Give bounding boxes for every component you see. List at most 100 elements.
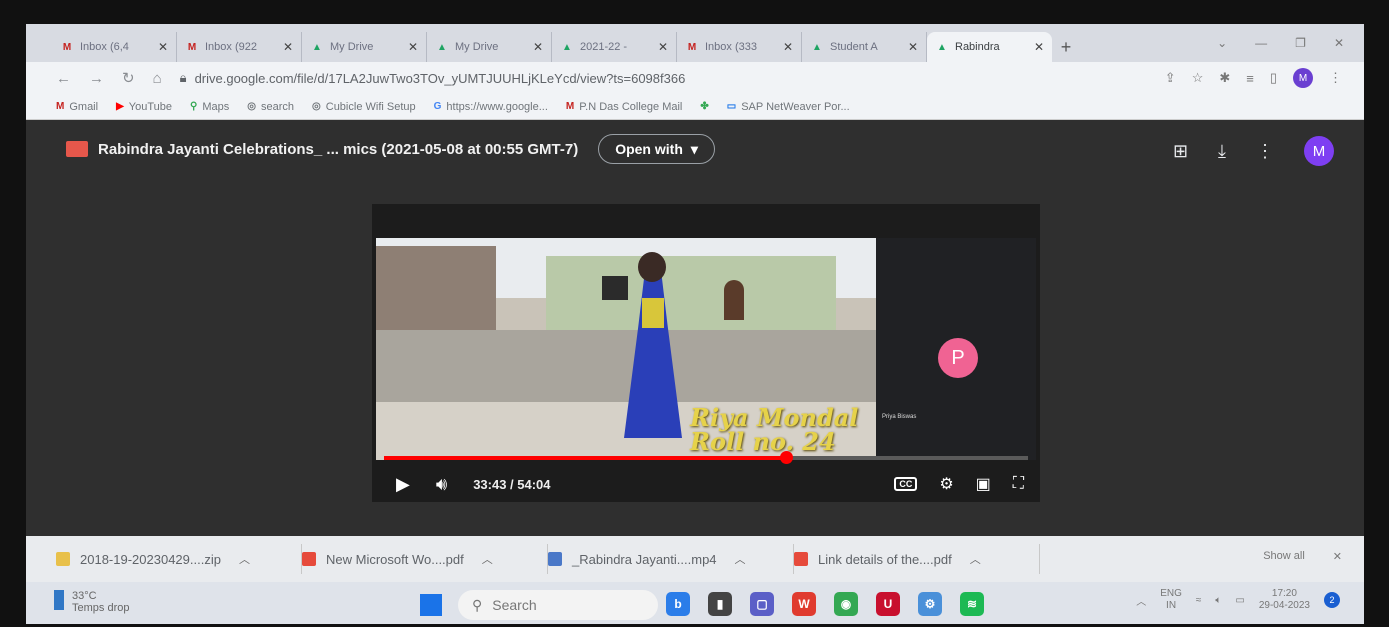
bookmark-youtube[interactable]: ▶ YouTube xyxy=(116,101,172,113)
wifi-icon[interactable]: ≈ xyxy=(1196,595,1202,606)
speaker-icon[interactable]: 🔈︎ xyxy=(1215,595,1221,606)
weather-text: Temps drop xyxy=(72,602,130,614)
close-downloads-button[interactable]: ✕ xyxy=(1333,550,1342,563)
tab-rabindra[interactable]: ▲ Rabindra ✕ xyxy=(927,32,1052,62)
bookmark-sap[interactable]: ▭ SAP NetWeaver Por... xyxy=(727,101,850,113)
download-label: Link details of the....pdf xyxy=(818,551,952,567)
volume-icon[interactable]: 🔊︎ xyxy=(436,474,447,495)
chat-icon[interactable]: ▢ xyxy=(750,592,774,616)
settings-gear-icon[interactable]: ⚙ xyxy=(939,474,953,494)
url-field[interactable]: 🔒︎ drive.google.com/file/d/17LA2JuwTwo3T… xyxy=(180,70,686,86)
bookmark-pn-das-mail[interactable]: M P.N Das College Mail xyxy=(566,101,682,113)
participant-avatar: P xyxy=(938,338,978,378)
menu-dots-icon[interactable]: ⋮ xyxy=(1329,70,1342,86)
bookmark-label: https://www.google... xyxy=(446,100,548,113)
profile-avatar[interactable]: M xyxy=(1293,68,1313,88)
forward-icon[interactable]: → xyxy=(89,70,104,87)
captions-button[interactable]: CC xyxy=(894,477,918,491)
clock-date: 29-04-2023 xyxy=(1258,600,1310,611)
chevron-up-icon[interactable]: ︿ xyxy=(1136,593,1146,608)
language-indicator[interactable]: ENG IN xyxy=(1160,588,1182,612)
video-scene-door xyxy=(724,280,744,320)
close-icon[interactable]: ✕ xyxy=(408,40,418,54)
clock[interactable]: 17:20 29-04-2023 xyxy=(1259,588,1310,612)
back-icon[interactable]: ← xyxy=(56,70,71,87)
bookmark-maps[interactable]: ⚲ Maps xyxy=(190,101,229,113)
share-icon[interactable]: ⇪ xyxy=(1165,70,1176,86)
bookmark-gmail[interactable]: M Gmail xyxy=(56,101,98,113)
battery-icon[interactable]: ▭ xyxy=(1235,595,1244,606)
tab-my-drive-2[interactable]: ▲ My Drive ✕ xyxy=(427,32,552,62)
star-icon[interactable]: ☆ xyxy=(1192,70,1204,86)
restore-icon[interactable]: ❐ xyxy=(1295,36,1306,50)
play-icon[interactable]: ▶ xyxy=(396,474,410,495)
bookmark-label: YouTube xyxy=(128,100,173,113)
minimize-icon[interactable]: — xyxy=(1255,36,1267,50)
close-icon[interactable]: ✕ xyxy=(158,40,168,54)
close-icon[interactable]: ✕ xyxy=(908,40,918,54)
thermometer-icon xyxy=(54,590,64,610)
settings-app-icon[interactable]: ⚙ xyxy=(918,592,942,616)
notification-badge[interactable]: 2 xyxy=(1324,592,1340,608)
progress-knob[interactable] xyxy=(779,451,793,464)
extensions-icon[interactable]: ✱ xyxy=(1219,70,1230,86)
download-item[interactable]: _Rabindra Jayanti....mp4 ︿ xyxy=(548,544,794,574)
new-tab-button[interactable]: + xyxy=(1052,32,1080,62)
tab-inbox-2[interactable]: M Inbox (922 ✕ xyxy=(177,32,302,62)
download-item[interactable]: New Microsoft Wo....pdf ︿ xyxy=(302,544,548,574)
progress-bar[interactable] xyxy=(384,451,1028,464)
tab-2021-22[interactable]: ▲ 2021-22 - ✕ xyxy=(552,32,677,62)
bookmark-cubicle-wifi[interactable]: ◎ Cubicle Wifi Setup xyxy=(312,101,416,113)
mcafee-icon[interactable]: U xyxy=(876,592,900,616)
weather-widget[interactable]: 33°C Temps drop xyxy=(54,590,129,614)
download-item[interactable]: 2018-19-20230429....zip ︿ xyxy=(56,544,302,574)
tab-student[interactable]: ▲ Student A ✕ xyxy=(802,32,927,62)
reload-icon[interactable]: ↻ xyxy=(122,69,135,87)
chevron-up-icon[interactable]: ︿ xyxy=(239,551,250,567)
bookmark-pinwheel[interactable]: ✤ xyxy=(700,101,708,112)
spotify-icon[interactable]: ≋ xyxy=(960,592,984,616)
show-all-button[interactable]: Show all xyxy=(1263,550,1305,563)
windows-start-icon[interactable] xyxy=(420,594,442,616)
close-icon[interactable]: ✕ xyxy=(1034,40,1044,54)
tab-my-drive-1[interactable]: ▲ My Drive ✕ xyxy=(302,32,427,62)
account-avatar[interactable]: M xyxy=(1304,136,1334,166)
bookmark-google[interactable]: Ghttps://www.google... xyxy=(434,101,548,113)
tab-label: Rabindra xyxy=(955,41,1000,53)
download-item[interactable]: Link details of the....pdf ︿ xyxy=(794,544,1040,574)
download-icon[interactable]: ⤓ xyxy=(1218,141,1226,162)
close-icon[interactable]: ✕ xyxy=(533,40,543,54)
chevron-up-icon[interactable]: ︿ xyxy=(482,551,493,567)
close-icon[interactable]: ✕ xyxy=(283,40,293,54)
wps-office-icon[interactable]: W xyxy=(792,592,816,616)
bookmarks-bar: M Gmail ▶ YouTube ⚲ Maps ◎ search ◎ Cubicle W… xyxy=(26,94,1364,120)
reading-list-icon[interactable]: ≡ xyxy=(1246,71,1254,86)
chevron-up-icon[interactable]: ︿ xyxy=(970,551,981,567)
bookmark-label: Maps xyxy=(202,100,230,113)
video-frame[interactable]: Riya Mondal Roll no. 24 xyxy=(376,238,876,460)
fullscreen-icon[interactable]: ⛶ xyxy=(1013,475,1024,493)
widgets-icon[interactable]: b xyxy=(666,592,690,616)
window-controls: ⌄ — ❐ ✕ xyxy=(1217,36,1344,50)
tab-inbox-3[interactable]: M Inbox (333 ✕ xyxy=(677,32,802,62)
chevron-up-icon[interactable]: ︿ xyxy=(735,551,746,567)
close-icon[interactable]: ✕ xyxy=(1334,36,1344,50)
side-panel-icon[interactable]: ▯ xyxy=(1270,70,1277,86)
chevron-down-icon[interactable]: ⌄ xyxy=(1217,36,1227,50)
home-icon[interactable]: ⌂ xyxy=(153,70,162,87)
download-label: 2018-19-20230429....zip xyxy=(80,551,221,567)
more-options-icon[interactable]: ⋮ xyxy=(1256,141,1274,162)
close-icon[interactable]: ✕ xyxy=(783,40,793,54)
video-player[interactable]: Riya Mondal Roll no. 24 P Priya Biswas ▶… xyxy=(372,204,1040,502)
chrome-icon[interactable]: ◉ xyxy=(834,592,858,616)
video-scene-window xyxy=(602,276,628,300)
open-with-button[interactable]: Open with ▾ xyxy=(598,134,715,164)
add-comment-icon[interactable]: ⊞ xyxy=(1173,141,1188,162)
taskbar-search[interactable]: ⚲ Search xyxy=(458,590,658,620)
bookmark-search[interactable]: ◎ search xyxy=(247,101,294,113)
bookmark-label: P.N Das College Mail xyxy=(579,100,683,113)
tab-inbox-1[interactable]: M Inbox (6,4 ✕ xyxy=(52,32,177,62)
task-view-icon[interactable]: ▮ xyxy=(708,592,732,616)
miniplayer-icon[interactable]: ▣ xyxy=(976,474,991,494)
close-icon[interactable]: ✕ xyxy=(658,40,668,54)
